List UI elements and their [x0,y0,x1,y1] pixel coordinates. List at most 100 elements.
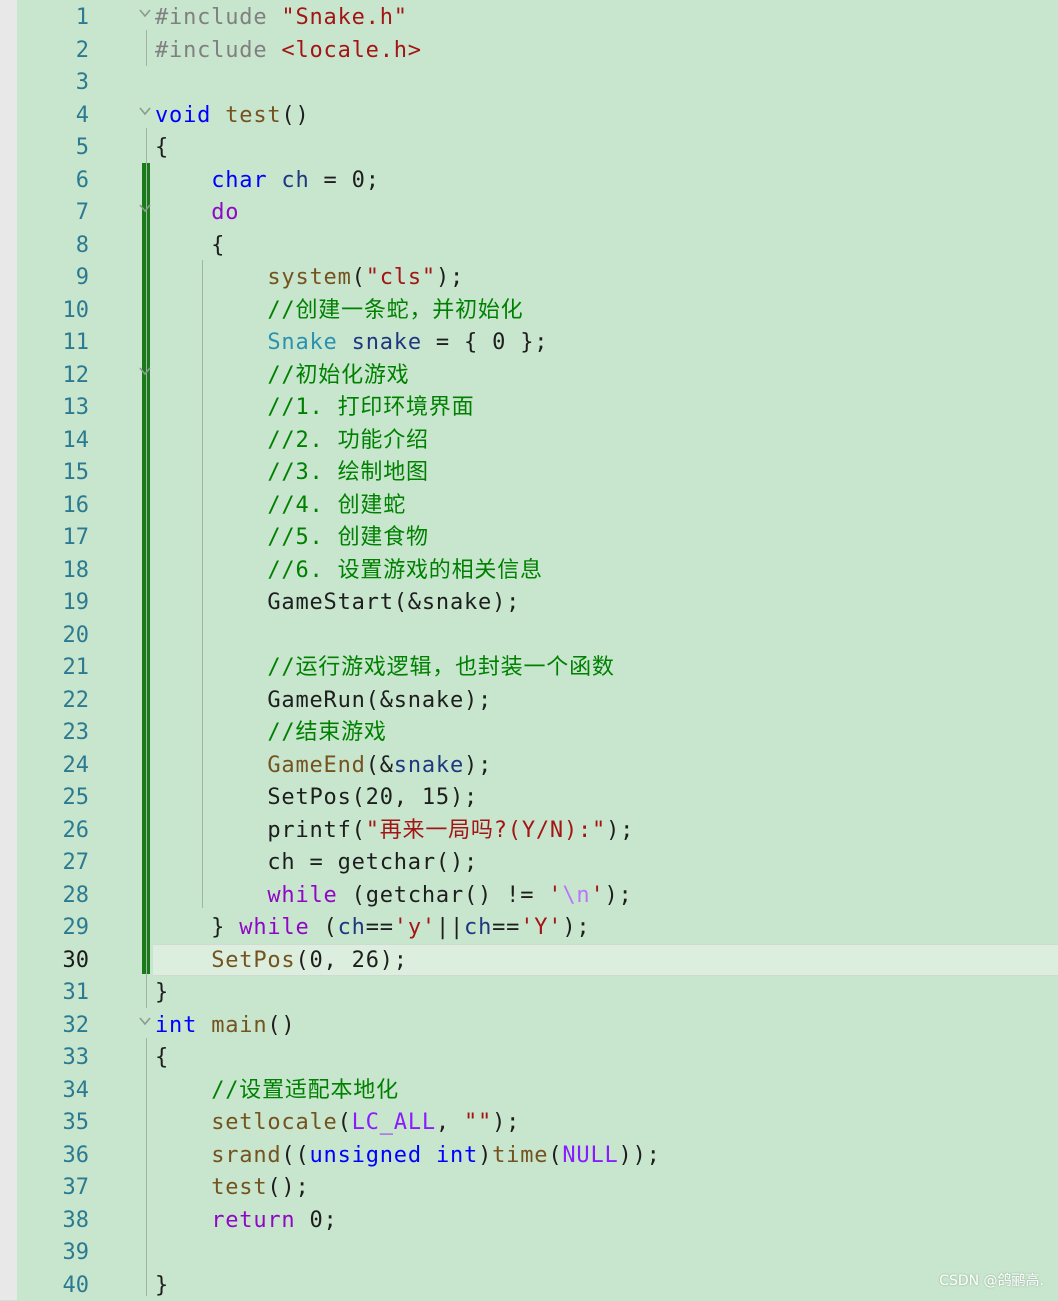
code-text[interactable]: //初始化游戏 [155,362,409,390]
code-line[interactable]: 26 printf("再来一局吗?(Y/N):"); [17,814,1058,847]
code-text[interactable]: Snake snake = { 0 }; [155,329,548,357]
code-line[interactable]: 21 //运行游戏逻辑，也封装一个函数 [17,651,1058,684]
code-line[interactable]: 23 //结束游戏 [17,716,1058,749]
code-text[interactable]: int main() [155,1012,295,1040]
code-text[interactable]: #include <locale.h> [155,37,422,65]
code-text[interactable]: char ch = 0; [155,167,380,195]
code-text[interactable]: setlocale(LC_ALL, ""); [155,1109,520,1137]
code-line[interactable]: 18 //6. 设置游戏的相关信息 [17,554,1058,587]
code-line[interactable]: 25 SetPos(20, 15); [17,781,1058,814]
code-token: //2. 功能介绍 [267,428,428,453]
code-text[interactable]: srand((unsigned int)time(NULL)); [155,1142,661,1170]
code-line[interactable]: 31} [17,976,1058,1009]
line-number: 27 [17,849,89,877]
code-text[interactable]: //2. 功能介绍 [155,427,429,455]
code-token: ); [464,753,492,778]
code-text[interactable]: void test() [155,102,310,130]
code-token: 'Y' [520,915,562,940]
code-text[interactable]: //1. 打印环境界面 [155,394,474,422]
code-text[interactable]: } while (ch=='y'||ch=='Y'); [155,914,590,942]
line-number: 10 [17,297,89,325]
fold-chevron-icon[interactable] [137,103,153,123]
code-line[interactable]: 8 { [17,229,1058,262]
code-text[interactable]: ch = getchar(); [155,849,478,877]
line-number: 33 [17,1044,89,1072]
code-line[interactable]: 6 char ch = 0; [17,164,1058,197]
code-line[interactable]: 9 system("cls"); [17,261,1058,294]
code-text[interactable]: //创建一条蛇，并初始化 [155,297,523,325]
code-text[interactable]: //6. 设置游戏的相关信息 [155,557,543,585]
code-text[interactable]: { [155,134,169,162]
code-line[interactable]: 4void test() [17,99,1058,132]
code-token: setlocale [211,1110,337,1135]
code-token: ); [436,265,464,290]
code-line[interactable]: 37 test(); [17,1171,1058,1204]
code-token: time [492,1143,548,1168]
code-line[interactable]: 39 [17,1236,1058,1269]
line-number: 8 [17,232,89,260]
fold-chevron-icon[interactable] [137,200,153,220]
code-line[interactable]: 11 Snake snake = { 0 }; [17,326,1058,359]
code-token: "" [464,1110,492,1135]
code-line[interactable]: 7 do [17,196,1058,229]
code-line[interactable]: 10 //创建一条蛇，并初始化 [17,294,1058,327]
code-line[interactable]: 38 return 0; [17,1204,1058,1237]
code-text[interactable]: system("cls"); [155,264,464,292]
code-line[interactable]: 40} [17,1269,1058,1301]
code-text[interactable]: do [155,199,239,227]
code-line[interactable]: 5{ [17,131,1058,164]
code-text[interactable]: } [155,1272,169,1300]
code-token [155,883,267,908]
line-number: 32 [17,1012,89,1040]
code-line[interactable]: 14 //2. 功能介绍 [17,424,1058,457]
code-text[interactable]: //4. 创建蛇 [155,492,406,520]
code-line[interactable]: 13 //1. 打印环境界面 [17,391,1058,424]
code-text[interactable]: test(); [155,1174,310,1202]
code-text[interactable]: { [155,232,225,260]
code-text[interactable]: SetPos(20, 15); [155,784,478,812]
code-line[interactable]: 33 { [17,1041,1058,1074]
code-line[interactable]: 24 GameEnd(&snake); [17,749,1058,782]
code-line[interactable]: 22 GameRun(&snake); [17,684,1058,717]
code-line[interactable]: 19 GameStart(&snake); [17,586,1058,619]
code-text[interactable]: #include "Snake.h" [155,4,408,32]
fold-chevron-icon[interactable] [137,1013,153,1033]
fold-chevron-icon[interactable] [137,363,153,383]
code-line[interactable]: 17 //5. 创建食物 [17,521,1058,554]
code-line[interactable]: 16 //4. 创建蛇 [17,489,1058,522]
code-text[interactable]: GameEnd(&snake); [155,752,492,780]
code-line[interactable]: 32 int main() [17,1009,1058,1042]
fold-chevron-icon[interactable] [137,5,153,25]
code-line[interactable]: 1#include "Snake.h" [17,1,1058,34]
code-token: snake [352,330,422,355]
code-line[interactable]: 2#include <locale.h> [17,34,1058,67]
code-line[interactable]: 20 [17,619,1058,652]
code-line[interactable]: 30 SetPos(0, 26); [17,944,1058,977]
code-text[interactable]: return 0; [155,1207,338,1235]
code-line[interactable]: 15 //3. 绘制地图 [17,456,1058,489]
code-text[interactable]: //运行游戏逻辑，也封装一个函数 [155,654,615,682]
code-text[interactable]: while (getchar() != '\n'); [155,882,633,910]
code-text[interactable]: SetPos(0, 26); [155,947,408,975]
code-text[interactable]: //结束游戏 [155,719,387,747]
code-line[interactable]: 36 srand((unsigned int)time(NULL)); [17,1139,1058,1172]
code-text[interactable]: { [155,1044,169,1072]
code-line[interactable]: 3 [17,66,1058,99]
line-number: 14 [17,427,89,455]
code-line[interactable]: 29 } while (ch=='y'||ch=='Y'); [17,911,1058,944]
code-text[interactable]: } [155,979,169,1007]
code-text[interactable]: //设置适配本地化 [155,1077,399,1105]
code-text[interactable]: GameRun(&snake); [155,687,492,715]
code-line[interactable]: 35 setlocale(LC_ALL, ""); [17,1106,1058,1139]
code-text[interactable]: //3. 绘制地图 [155,459,429,487]
code-line[interactable]: 34 //设置适配本地化 [17,1074,1058,1107]
watermark: CSDN @鸽鹂高. [939,1270,1044,1290]
code-line[interactable]: 28 while (getchar() != '\n'); [17,879,1058,912]
code-text[interactable]: printf("再来一局吗?(Y/N):"); [155,817,634,845]
code-line[interactable]: 12 //初始化游戏 [17,359,1058,392]
code-token [155,720,267,745]
code-editor[interactable]: 1#include "Snake.h"2#include <locale.h>3… [17,0,1058,1300]
code-text[interactable]: //5. 创建食物 [155,524,429,552]
code-text[interactable]: GameStart(&snake); [155,589,520,617]
code-line[interactable]: 27 ch = getchar(); [17,846,1058,879]
